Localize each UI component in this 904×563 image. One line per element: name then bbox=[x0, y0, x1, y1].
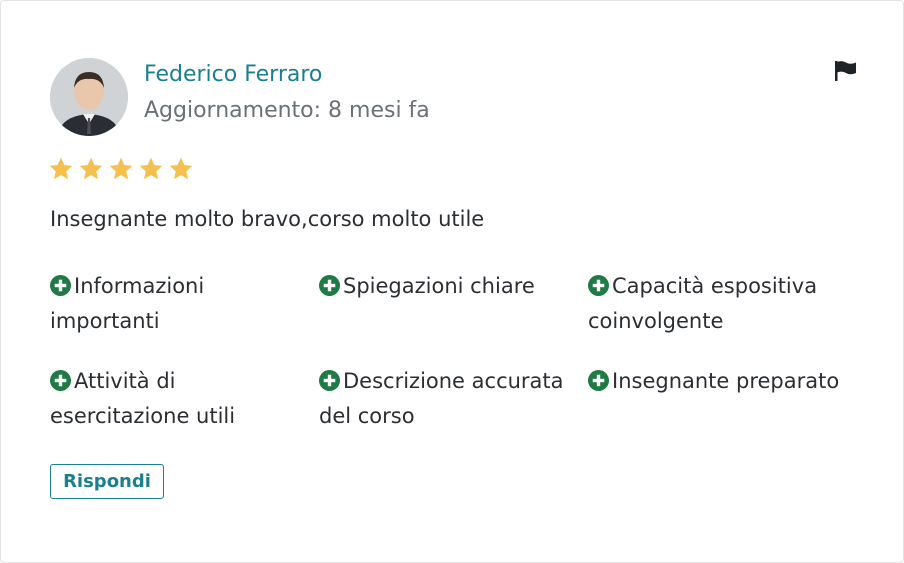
review-tag-label: Informazioni importanti bbox=[50, 274, 205, 333]
star-icon bbox=[139, 157, 163, 180]
plus-circle-icon bbox=[50, 370, 71, 391]
review-tag-label: Insegnante preparato bbox=[612, 369, 840, 393]
star-rating bbox=[48, 156, 194, 182]
author-name-link[interactable]: Federico Ferraro bbox=[144, 62, 322, 87]
report-flag-button[interactable] bbox=[833, 59, 859, 83]
updated-timestamp: Aggiornamento: 8 mesi fa bbox=[144, 98, 430, 123]
star-icon bbox=[49, 157, 73, 180]
avatar-image bbox=[50, 58, 128, 136]
review-tag-label: Spiegazioni chiare bbox=[343, 274, 535, 298]
review-tag-label: Attività di esercitazione utili bbox=[50, 369, 236, 428]
star-icon bbox=[169, 157, 193, 180]
plus-circle-icon bbox=[588, 370, 609, 391]
plus-circle-icon bbox=[588, 275, 609, 296]
flag-icon bbox=[835, 61, 856, 81]
review-tag: Attività di esercitazione utili bbox=[50, 364, 319, 434]
review-card: Federico Ferraro Aggiornamento: 8 mesi f… bbox=[0, 0, 904, 563]
review-tag: Spiegazioni chiare bbox=[319, 269, 588, 339]
plus-circle-icon bbox=[319, 370, 340, 391]
review-tag: Descrizione accurata del corso bbox=[319, 364, 588, 434]
review-tag: Capacità espositiva coinvolgente bbox=[588, 269, 870, 339]
avatar bbox=[50, 58, 128, 136]
star-icon bbox=[109, 157, 133, 180]
plus-circle-icon bbox=[319, 275, 340, 296]
review-tag: Informazioni importanti bbox=[50, 269, 319, 339]
review-tag-label: Capacità espositiva coinvolgente bbox=[588, 274, 818, 333]
plus-circle-icon bbox=[50, 275, 71, 296]
review-tag-label: Descrizione accurata del corso bbox=[319, 369, 564, 428]
review-tags: Informazioni importanti Spiegazioni chia… bbox=[50, 269, 870, 434]
review-tag: Insegnante preparato bbox=[588, 364, 870, 434]
review-text: Insegnante molto bravo,corso molto utile bbox=[50, 207, 485, 231]
reply-button[interactable]: Rispondi bbox=[50, 464, 164, 499]
star-icon bbox=[79, 157, 103, 180]
